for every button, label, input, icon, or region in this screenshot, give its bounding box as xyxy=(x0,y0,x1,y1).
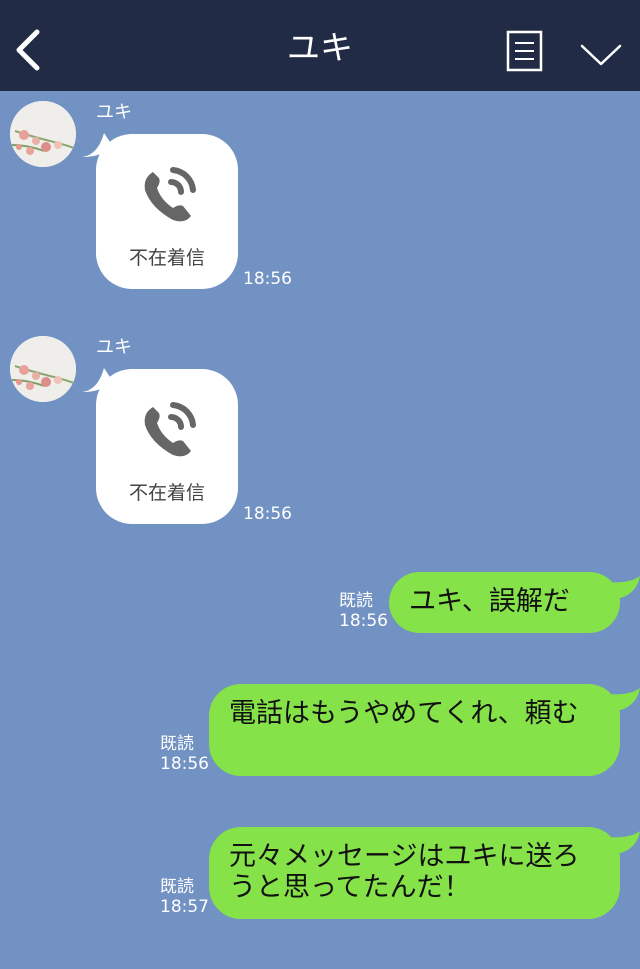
missed-call-phone-icon xyxy=(144,402,196,457)
missed-call-bubble[interactable]: 不在着信 xyxy=(96,134,238,289)
chat-header: ユキ xyxy=(0,0,640,91)
expand-button[interactable] xyxy=(578,36,624,70)
message-text: 電話はもうやめてくれ、頼む xyxy=(229,698,579,729)
sent-message-bubble[interactable]: 元々メッセージはユキに送ろうと思ってたんだ！ xyxy=(209,827,620,919)
message-text: 元々メッセージはユキに送ろうと思ってたんだ！ xyxy=(229,841,580,903)
sent-message-bubble[interactable]: ユキ、誤解だ xyxy=(389,572,620,633)
missed-call-bubble[interactable]: 不在着信 xyxy=(96,369,238,524)
chevron-down-icon xyxy=(580,44,622,66)
sender-name: ユキ xyxy=(96,337,132,358)
message-time: 18:56 xyxy=(243,269,292,289)
message-text: ユキ、誤解だ xyxy=(409,586,570,617)
message-time: 18:56 xyxy=(243,504,292,524)
sender-name: ユキ xyxy=(96,102,132,123)
message-time: 18:56 xyxy=(339,611,388,631)
flower-avatar-icon xyxy=(10,336,76,402)
flower-avatar-icon xyxy=(10,101,76,167)
missed-call-label: 不在着信 xyxy=(128,247,205,269)
back-button[interactable] xyxy=(10,26,50,76)
chat-title: ユキ xyxy=(287,28,353,67)
missed-call-label: 不在着信 xyxy=(128,482,205,504)
document-menu-icon xyxy=(506,30,543,72)
sent-message-bubble[interactable]: 電話はもうやめてくれ、頼む xyxy=(209,684,620,776)
missed-call-phone-icon xyxy=(144,167,196,222)
menu-button[interactable] xyxy=(506,30,544,74)
chevron-left-icon xyxy=(16,29,40,71)
avatar[interactable] xyxy=(10,336,76,402)
avatar[interactable] xyxy=(10,101,76,167)
